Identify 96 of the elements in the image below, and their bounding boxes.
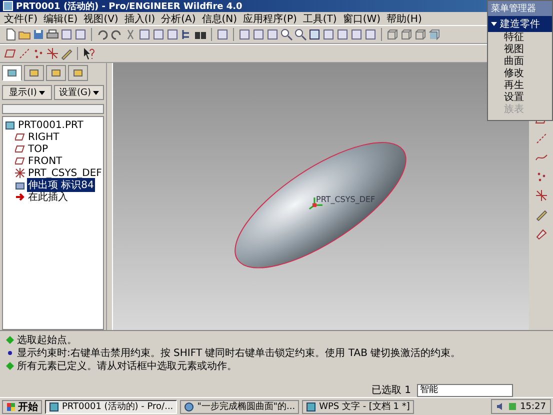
- menu-item[interactable]: 视图(V): [84, 12, 118, 26]
- caret-icon: [38, 90, 45, 94]
- menu-section[interactable]: 建造零件: [488, 16, 552, 32]
- toolbar-icon[interactable]: [252, 28, 265, 41]
- navigator-icon: [73, 68, 83, 78]
- toolbar-icon[interactable]: [74, 28, 87, 41]
- navigator-icon: [29, 68, 39, 78]
- diamond-icon: [6, 362, 14, 370]
- axis-icon[interactable]: [18, 47, 31, 60]
- redo-icon[interactable]: [110, 28, 123, 41]
- menu-manager-title: 菜单管理器: [488, 1, 552, 16]
- start-button[interactable]: 开始: [2, 400, 42, 414]
- tree-item[interactable]: TOP: [27, 144, 50, 154]
- dropdown-button[interactable]: 设置(G): [54, 85, 104, 100]
- toolbar-icon[interactable]: [216, 28, 229, 41]
- pencil-icon[interactable]: [60, 47, 73, 60]
- coordinate-label: PRT_CSYS_DEF: [316, 195, 376, 204]
- window-icon: [306, 402, 316, 412]
- menu-item[interactable]: 分析(A): [161, 12, 196, 26]
- caret-icon: [491, 22, 497, 26]
- cube-outline-icon[interactable]: [400, 28, 413, 41]
- square-icon[interactable]: [308, 28, 321, 41]
- menu-item[interactable]: 视图: [488, 44, 552, 56]
- menu-item[interactable]: 曲面: [488, 56, 552, 68]
- shaded-cube-icon[interactable]: [428, 28, 441, 41]
- taskbar-button[interactable]: PRT0001 (活动的) - Pro/...: [45, 400, 178, 414]
- block-icon: [15, 180, 25, 190]
- axis-icon[interactable]: [534, 132, 548, 145]
- toolbar-icon[interactable]: [364, 28, 377, 41]
- toolbar-icon[interactable]: [336, 28, 349, 41]
- part-icon: [5, 120, 15, 130]
- menu-item[interactable]: 窗口(W): [342, 12, 381, 26]
- navigator-tab[interactable]: [2, 65, 22, 81]
- navigator-icon: [51, 68, 61, 78]
- navigator-icon: [7, 68, 17, 78]
- taskbar-button[interactable]: WPS 文字 - [文档 1 *]: [302, 400, 414, 414]
- navigator-tab[interactable]: [46, 65, 66, 81]
- filter-dropdown[interactable]: 智能: [417, 384, 513, 396]
- menu-item[interactable]: 应用程序(P): [243, 12, 297, 26]
- menu-item[interactable]: 再生: [488, 80, 552, 92]
- menu-item[interactable]: 文件(F): [4, 12, 38, 26]
- menu-item[interactable]: 修改: [488, 68, 552, 80]
- taskbar-button[interactable]: "一步完成椭圆曲面"的...: [180, 400, 300, 414]
- points-icon[interactable]: [32, 47, 45, 60]
- tree-item[interactable]: 在此插入: [27, 190, 69, 204]
- cube-outline-icon[interactable]: [414, 28, 427, 41]
- zoom-in-icon[interactable]: [280, 28, 293, 41]
- app-icon: [3, 1, 13, 11]
- window-icon: [49, 402, 59, 412]
- undo-icon[interactable]: [96, 28, 109, 41]
- toolbar-icon[interactable]: [152, 28, 165, 41]
- printer-icon[interactable]: [46, 28, 59, 41]
- navigator-tab[interactable]: [68, 65, 88, 81]
- tree-item[interactable]: PRT_CSYS_DEF: [27, 168, 103, 178]
- menu-item[interactable]: 插入(I): [124, 12, 156, 26]
- diamond-icon: [6, 336, 14, 344]
- toolbar-icon[interactable]: [266, 28, 279, 41]
- menu-item[interactable]: 设置: [488, 92, 552, 104]
- toolbar-icon[interactable]: [350, 28, 363, 41]
- tree-item[interactable]: RIGHT: [27, 132, 60, 142]
- arrow-icon: [15, 192, 25, 202]
- splitter-bar[interactable]: [106, 63, 113, 330]
- message-text: 显示约束时:右键单击禁用约束。按 SHIFT 键同时右键单击锁定约束。使用 TAB 键切换激活的约束。: [17, 346, 461, 360]
- toolbar-icon[interactable]: [60, 28, 73, 41]
- pencil-icon[interactable]: [534, 208, 548, 221]
- message-text: 选取起始点。: [17, 334, 77, 347]
- cube-outline-icon[interactable]: [386, 28, 399, 41]
- toolbar-icon[interactable]: [322, 28, 335, 41]
- coordinate-icon: [15, 168, 25, 178]
- menu-item[interactable]: 工具(T): [302, 12, 337, 26]
- selection-count: 已选取 1: [371, 384, 411, 397]
- toolbar-icon[interactable]: [138, 28, 151, 41]
- coordinate-icon[interactable]: [46, 47, 59, 60]
- plane-icon[interactable]: [4, 47, 17, 60]
- blade-icon[interactable]: [534, 227, 548, 240]
- help-icon[interactable]: [82, 47, 95, 60]
- tree-item[interactable]: 伸出项 标识84: [27, 178, 95, 192]
- coordinate-icon[interactable]: [534, 189, 548, 202]
- caret-icon: [93, 90, 99, 94]
- toolbar-icon[interactable]: [238, 28, 251, 41]
- menu-item[interactable]: 特征: [488, 32, 552, 44]
- start-logo-icon: [6, 402, 16, 412]
- zoom-out-icon[interactable]: [294, 28, 307, 41]
- menu-item[interactable]: 帮助(H): [386, 12, 422, 26]
- message-text: 所有元素已定义。请从对话框中选取元素或动作。: [17, 360, 237, 373]
- menu-item[interactable]: 信息(N): [202, 12, 238, 26]
- window-title: PRT0001 (活动的) - Pro/ENGINEER Wildfire 4.0: [16, 0, 242, 12]
- clock: 15:27: [520, 402, 546, 412]
- navigator-tab[interactable]: [24, 65, 44, 81]
- page-icon[interactable]: [4, 28, 17, 41]
- dot-icon: [6, 349, 14, 357]
- toolbar-icon[interactable]: [166, 28, 179, 41]
- dropdown-button[interactable]: 显示(I): [2, 85, 52, 100]
- tree-item[interactable]: FRONT: [27, 156, 64, 166]
- tree-item[interactable]: PRT0001.PRT: [17, 120, 84, 130]
- menu-item[interactable]: 编辑(E): [44, 12, 78, 26]
